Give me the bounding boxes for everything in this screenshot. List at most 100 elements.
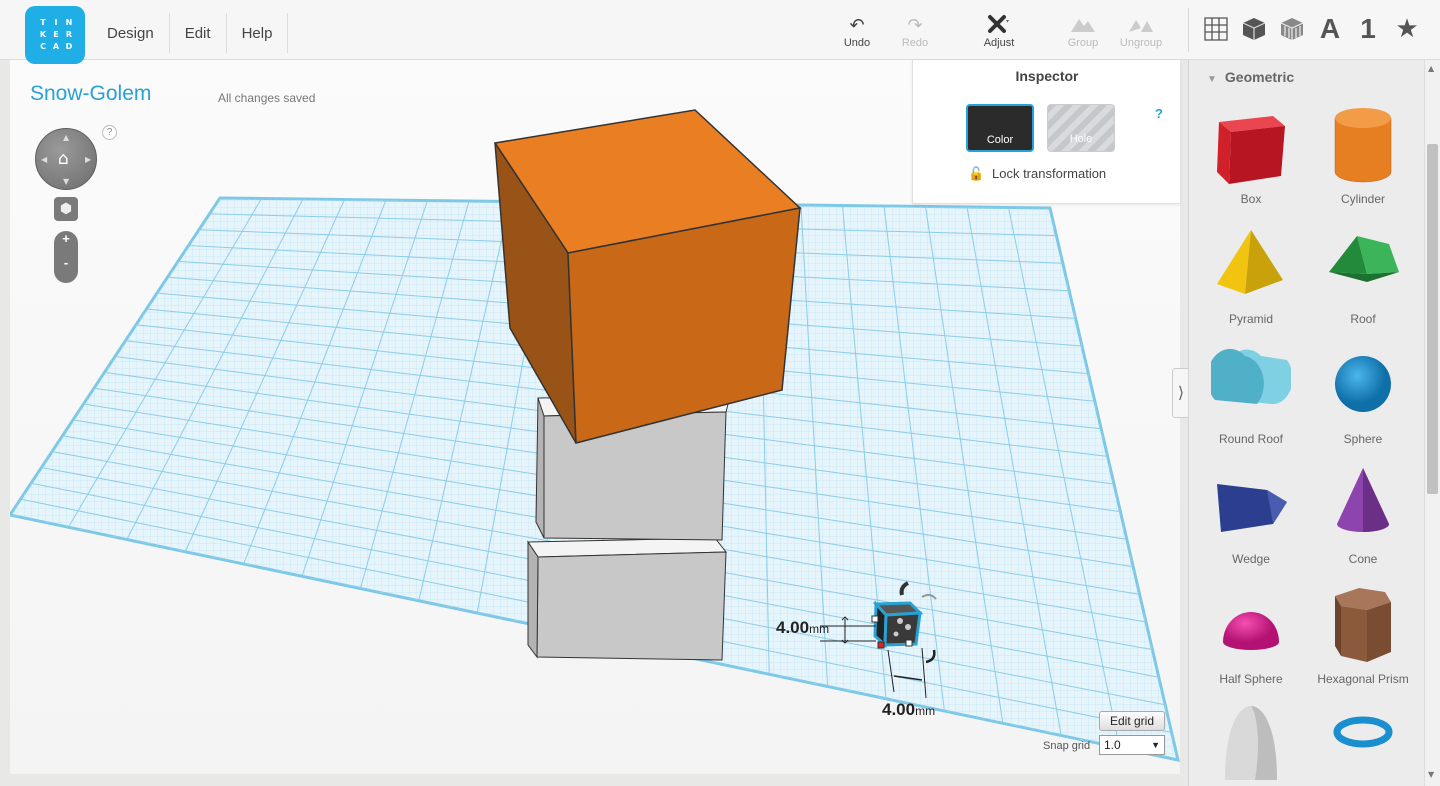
shape-box[interactable]: Box bbox=[1195, 96, 1307, 216]
workplane-grid-icon[interactable] bbox=[1199, 12, 1233, 46]
home-view-icon[interactable]: ⌂ bbox=[58, 149, 69, 169]
shape-label: Round Roof bbox=[1218, 432, 1284, 446]
undo-label: Undo bbox=[843, 37, 871, 49]
menu-help[interactable]: Help bbox=[225, 13, 289, 53]
group-button[interactable]: Group bbox=[1053, 14, 1113, 50]
orbit-down-icon[interactable]: ▼ bbox=[63, 177, 69, 186]
category-label: Geometric bbox=[1224, 69, 1295, 85]
shape-label: Half Sphere bbox=[1219, 672, 1283, 686]
wedge-shape-icon bbox=[1217, 484, 1287, 532]
number-shapes-icon[interactable]: 1 bbox=[1351, 12, 1385, 46]
view-cube-button[interactable]: ⬢ bbox=[54, 197, 78, 221]
scroll-up-icon[interactable]: ▲ bbox=[1428, 64, 1434, 73]
menu-design[interactable]: Design bbox=[92, 13, 169, 53]
basic-shapes-icon[interactable] bbox=[1237, 12, 1271, 46]
view-help-button[interactable]: ? bbox=[102, 125, 117, 140]
inspector-help-icon[interactable]: ? bbox=[1155, 106, 1163, 121]
redo-label: Redo bbox=[901, 37, 929, 49]
shape-label: Wedge bbox=[1232, 552, 1270, 566]
orbit-right-icon[interactable]: ▶ bbox=[85, 155, 91, 164]
logo-letter: E bbox=[53, 30, 59, 39]
dimension-unit: mm bbox=[809, 622, 830, 636]
group-label: Group bbox=[1067, 37, 1099, 49]
shape-paraboloid[interactable] bbox=[1195, 696, 1307, 786]
color-swatch-button[interactable]: Color bbox=[966, 104, 1034, 152]
round-roof-shape-icon bbox=[1211, 348, 1291, 405]
logo-letter: K bbox=[39, 30, 47, 39]
snap-grid-select[interactable]: 1.0 ▼ bbox=[1099, 735, 1165, 755]
redo-button[interactable]: ↷ Redo bbox=[885, 14, 945, 50]
shape-round-roof[interactable]: Round Roof bbox=[1195, 336, 1307, 456]
dimension-value: 4.00 bbox=[882, 700, 916, 719]
shape-grid: Box Cylinder Pyramid Roof Round Roof Sph… bbox=[1195, 96, 1419, 786]
category-header-geometric[interactable]: ▼ Geometric bbox=[1207, 69, 1294, 85]
ungroup-icon bbox=[1111, 14, 1171, 36]
logo-letter: A bbox=[52, 42, 60, 51]
lock-label: Lock transformation bbox=[992, 166, 1107, 181]
pyramid-shape-icon bbox=[1217, 230, 1283, 294]
cylinder-shape-icon bbox=[1334, 108, 1392, 183]
shape-cone[interactable]: Cone bbox=[1307, 456, 1419, 576]
hexagonal-prism-shape-icon bbox=[1335, 588, 1391, 662]
inspector-panel: Inspector ? Color Hole 🔓 Lock transformat… bbox=[912, 60, 1180, 204]
shape-label: Hexagonal Prism bbox=[1317, 672, 1409, 686]
inspector-title: Inspector bbox=[1015, 68, 1079, 84]
half-sphere-shape-icon bbox=[1223, 612, 1279, 650]
zoom-in-button[interactable]: + bbox=[54, 231, 78, 255]
toolbar-divider bbox=[1188, 8, 1189, 52]
shape-pyramid[interactable]: Pyramid bbox=[1195, 216, 1307, 336]
shape-label: Sphere bbox=[1343, 432, 1383, 446]
roof-shape-icon bbox=[1329, 236, 1399, 282]
ungroup-button[interactable]: Ungroup bbox=[1111, 14, 1171, 50]
shape-half-sphere[interactable]: Half Sphere bbox=[1195, 576, 1307, 696]
ungroup-label: Ungroup bbox=[1119, 37, 1163, 49]
shape-torus[interactable] bbox=[1307, 696, 1419, 786]
orbit-up-icon[interactable]: ▲ bbox=[63, 133, 69, 142]
shape-wedge[interactable]: Wedge bbox=[1195, 456, 1307, 576]
adjust-button[interactable]: Adjust bbox=[969, 14, 1029, 50]
dimension-height-label[interactable]: 4.00mm bbox=[776, 618, 829, 638]
shapes-panel-scrollbar[interactable]: ▲ ▼ bbox=[1424, 60, 1440, 786]
zoom-control: + - bbox=[54, 231, 78, 283]
logo-letter: T bbox=[40, 18, 46, 27]
lock-transformation-toggle[interactable]: 🔓 Lock transformation bbox=[968, 166, 1106, 182]
favorites-star-icon[interactable]: ★ bbox=[1390, 12, 1424, 46]
orbit-control[interactable]: ▲ ▼ ◀ ▶ ⌂ bbox=[35, 128, 97, 190]
collapse-triangle-icon: ▼ bbox=[1207, 74, 1217, 85]
undo-icon: ↶ bbox=[849, 15, 865, 35]
dimension-unit: mm bbox=[915, 704, 936, 718]
logo-letter: D bbox=[65, 42, 73, 51]
lock-icon: 🔓 bbox=[968, 166, 985, 181]
shape-roof[interactable]: Roof bbox=[1307, 216, 1419, 336]
snap-grid-value: 1.0 bbox=[1104, 738, 1121, 752]
bottom-white-box[interactable] bbox=[527, 537, 728, 661]
edit-grid-button[interactable]: Edit grid bbox=[1099, 711, 1165, 731]
text-shapes-icon[interactable]: A bbox=[1313, 12, 1347, 46]
logo-letter: C bbox=[40, 42, 46, 51]
logo-letter: I bbox=[54, 18, 58, 27]
scrollbar-thumb[interactable] bbox=[1427, 144, 1438, 494]
scroll-down-icon[interactable]: ▼ bbox=[1428, 770, 1434, 779]
tinkercad-logo[interactable]: T I N K E R C A D bbox=[25, 6, 85, 64]
menu-edit[interactable]: Edit bbox=[168, 13, 226, 53]
undo-button[interactable]: ↶ Undo bbox=[827, 14, 887, 50]
save-status: All changes saved bbox=[218, 91, 316, 105]
hole-shapes-icon[interactable] bbox=[1275, 12, 1309, 46]
dimension-value: 4.00 bbox=[776, 618, 810, 637]
zoom-out-button[interactable]: - bbox=[54, 255, 78, 279]
main-menu: Design Edit Help bbox=[92, 13, 289, 53]
shape-label: Roof bbox=[1350, 312, 1376, 326]
logo-letter: R bbox=[65, 30, 73, 39]
shape-label: Cone bbox=[1348, 552, 1378, 566]
top-toolbar: T I N K E R C A D Design Edit Help ↶ Und… bbox=[0, 0, 1440, 64]
shape-cylinder[interactable]: Cylinder bbox=[1307, 96, 1419, 216]
orbit-left-icon[interactable]: ◀ bbox=[41, 155, 47, 164]
project-title[interactable]: Snow-Golem bbox=[30, 82, 151, 106]
shapes-panel: ▼ Geometric Box Cylinder Pyramid Roof Ro… bbox=[1188, 60, 1424, 786]
box-shape-icon bbox=[1217, 116, 1285, 184]
dimension-width-label[interactable]: 4.00mm bbox=[882, 700, 935, 720]
shape-hexagonal-prism[interactable]: Hexagonal Prism bbox=[1307, 576, 1419, 696]
shape-sphere[interactable]: Sphere bbox=[1307, 336, 1419, 456]
hole-button[interactable]: Hole bbox=[1047, 104, 1115, 152]
redo-icon: ↷ bbox=[907, 15, 923, 35]
